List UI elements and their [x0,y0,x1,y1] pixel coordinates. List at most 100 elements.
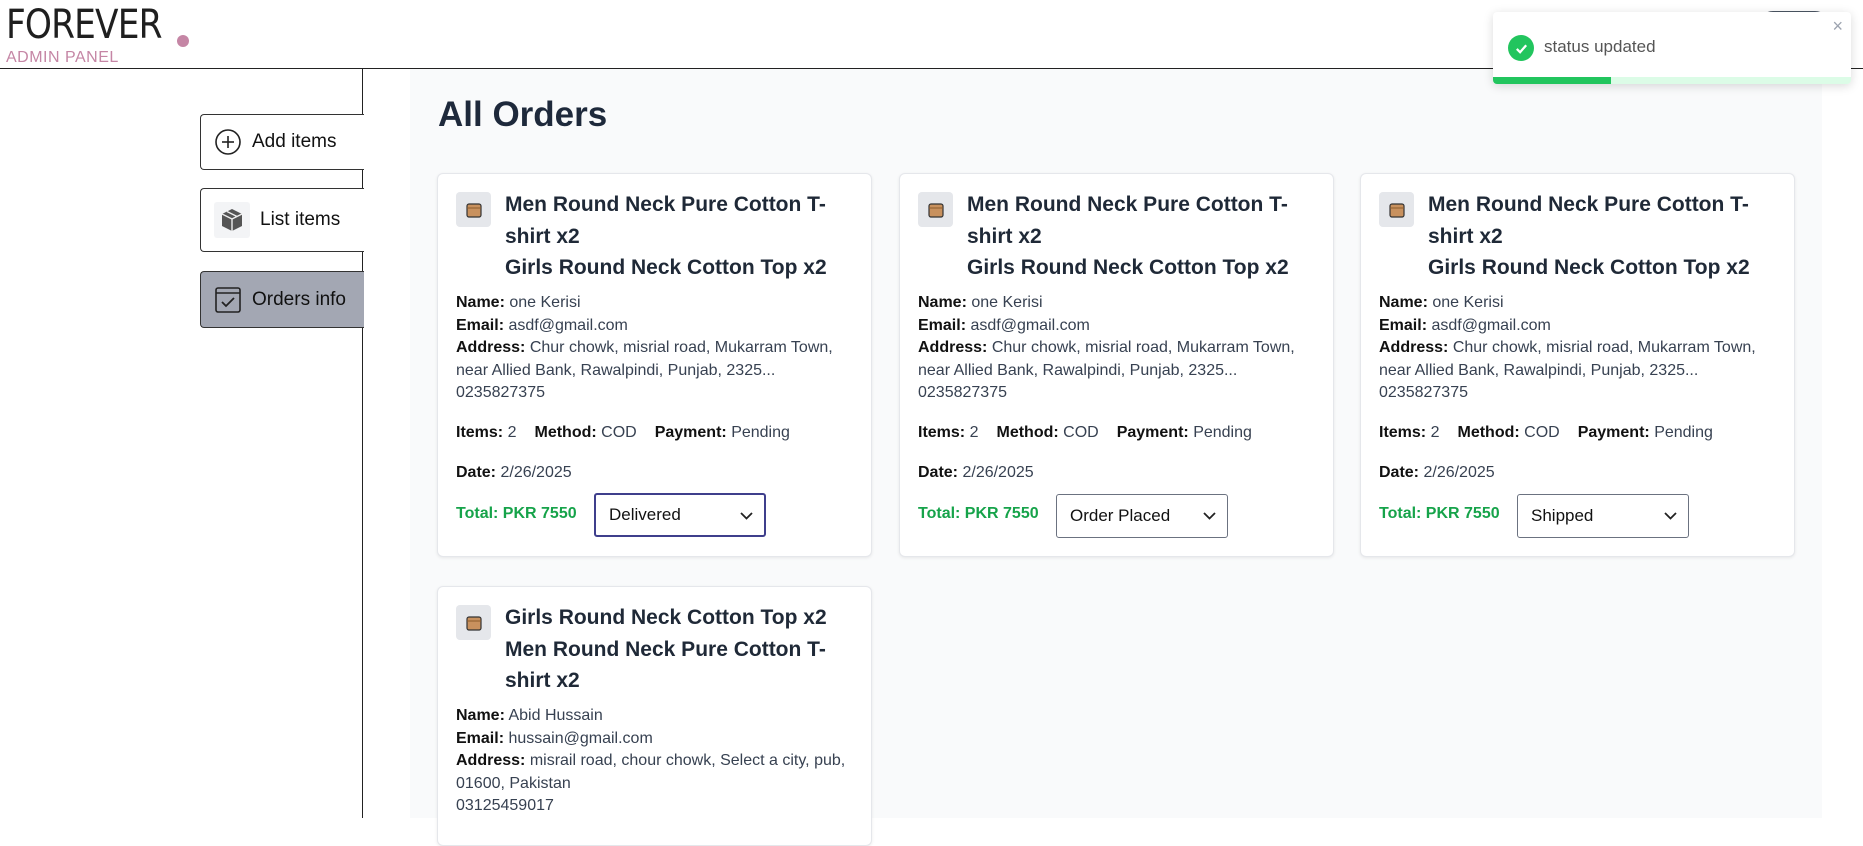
method-label: Method: [996,424,1059,441]
order-total: Total: PKR 7550 [918,505,1039,522]
order-item-line: Girls Round Neck Cotton Top x2 [1428,256,1750,279]
status-value: Delivered [609,505,681,524]
order-date: Date: 2/26/2025 [456,464,572,482]
customer-email: asdf@gmail.com [508,316,628,334]
date-value: 2/26/2025 [962,464,1034,481]
order-item-line: Girls Round Neck Cotton Top x2 [967,256,1289,279]
items-label: Items: [918,424,966,441]
email-label: Email: [918,316,967,334]
status-select[interactable]: Order Placed [1056,494,1228,538]
sidebar-item-label: Add items [252,131,337,152]
main-content: All Orders Men Round Neck Pure Cotton T-… [410,69,1822,846]
order-meta: Items: 2 Method: COD Payment: Pending [918,424,1252,442]
items-count: 2 [969,424,979,441]
payment-status: Pending [1193,424,1252,441]
email-label: Email: [456,316,505,334]
order-item-line: Men Round Neck Pure Cotton T-shirt x2 [967,193,1288,248]
status-select[interactable]: Shipped [1517,494,1689,538]
toast-notification: status updated × [1493,12,1851,84]
logo: FOREVER ADMIN PANEL [6,2,189,66]
sidebar-item-list-items[interactable]: List items [200,188,364,252]
parcel-icon [456,192,491,227]
address-label: Address: [456,752,526,769]
close-icon[interactable]: × [1832,16,1843,37]
name-label: Name: [1379,294,1428,311]
address-label: Address: [456,339,526,356]
add-circle-icon [214,128,242,156]
customer-info: Name: one Kerisi Email: asdf@gmail.com A… [918,292,1318,405]
sidebar-item-add-items[interactable]: Add items [200,114,364,170]
order-card: Men Round Neck Pure Cotton T-shirt x2 Gi… [437,173,872,557]
address-label: Address: [918,339,988,356]
order-items: Men Round Neck Pure Cotton T-shirt x2 Gi… [1428,189,1773,284]
customer-phone: 03125459017 [456,797,554,814]
name-label: Name: [456,294,505,311]
name-label: Name: [918,294,967,311]
logo-dot [177,35,189,47]
order-item-line: Men Round Neck Pure Cotton T-shirt x2 [505,193,826,248]
customer-name: one Kerisi [971,294,1043,311]
package-icon [214,202,250,238]
page-title: All Orders [438,95,608,134]
items-count: 2 [507,424,517,441]
customer-name: Abid Hussain [508,707,603,724]
order-card: Men Round Neck Pure Cotton T-shirt x2 Gi… [1360,173,1795,557]
chevron-down-icon [1664,512,1677,520]
order-card: Girls Round Neck Cotton Top x2 Men Round… [437,586,872,846]
order-total: Total: PKR 7550 [1379,505,1500,522]
order-item-line: Girls Round Neck Cotton Top x2 [505,256,827,279]
logo-subtitle: ADMIN PANEL [6,49,119,66]
toast-message: status updated [1544,37,1656,56]
chevron-down-icon [740,512,753,520]
order-items: Girls Round Neck Cotton Top x2 Men Round… [505,602,850,697]
payment-status: Pending [731,424,790,441]
customer-info: Name: Abid Hussain Email: hussain@gmail.… [456,705,856,818]
order-meta: Items: 2 Method: COD Payment: Pending [1379,424,1713,442]
order-date: Date: 2/26/2025 [918,464,1034,482]
customer-phone: 0235827375 [456,384,545,401]
payment-method: COD [1063,424,1099,441]
order-item-line: Men Round Neck Pure Cotton T-shirt x2 [1428,193,1749,248]
toast-progress-bar [1493,77,1612,84]
customer-name: one Kerisi [509,294,581,311]
customer-email: hussain@gmail.com [508,729,653,747]
order-items: Men Round Neck Pure Cotton T-shirt x2 Gi… [505,189,850,284]
customer-info: Name: one Kerisi Email: asdf@gmail.com A… [456,292,856,405]
customer-phone: 0235827375 [918,384,1007,401]
logo-text: FOREVER [6,2,163,48]
status-value: Shipped [1531,506,1594,525]
date-value: 2/26/2025 [1423,464,1495,481]
order-meta: Items: 2 Method: COD Payment: Pending [456,424,790,442]
customer-phone: 0235827375 [1379,384,1468,401]
customer-name: one Kerisi [1432,294,1504,311]
status-select[interactable]: Delivered [594,493,766,537]
order-card: Men Round Neck Pure Cotton T-shirt x2 Gi… [899,173,1334,557]
date-label: Date: [456,464,497,481]
email-label: Email: [1379,316,1428,334]
parcel-icon [918,192,953,227]
customer-info: Name: one Kerisi Email: asdf@gmail.com A… [1379,292,1779,405]
status-value: Order Placed [1070,506,1171,525]
payment-label: Payment: [1116,424,1189,441]
items-label: Items: [1379,424,1427,441]
items-count: 2 [1430,424,1440,441]
order-date: Date: 2/26/2025 [1379,464,1495,482]
payment-method: COD [1524,424,1560,441]
order-total: Total: PKR 7550 [456,505,577,522]
sidebar-item-orders-info[interactable]: Orders info [200,271,364,328]
date-label: Date: [918,464,959,481]
payment-label: Payment: [654,424,727,441]
date-label: Date: [1379,464,1420,481]
chevron-down-icon [1203,512,1216,520]
parcel-icon [456,605,491,640]
sidebar-item-label: List items [260,209,341,230]
name-label: Name: [456,707,505,724]
address-label: Address: [1379,339,1449,356]
parcel-icon [1379,192,1414,227]
payment-status: Pending [1654,424,1713,441]
customer-email: asdf@gmail.com [970,316,1090,334]
order-items: Men Round Neck Pure Cotton T-shirt x2 Gi… [967,189,1312,284]
success-check-icon [1508,35,1534,61]
payment-method: COD [601,424,637,441]
order-item-line: Girls Round Neck Cotton Top x2 [505,606,827,629]
